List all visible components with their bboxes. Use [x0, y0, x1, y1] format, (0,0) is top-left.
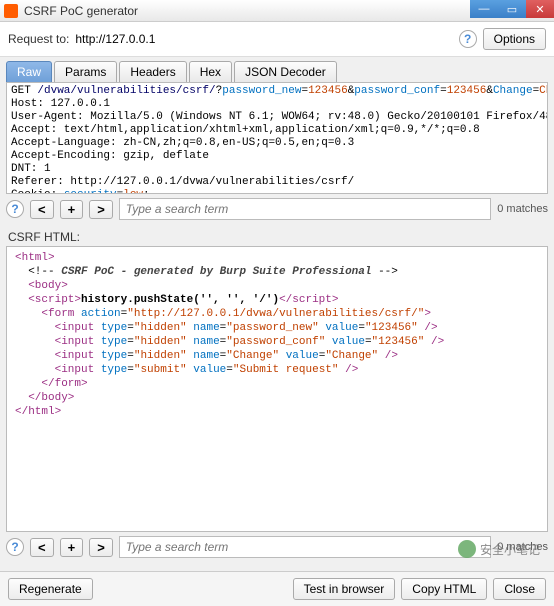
watermark-text: 安全小笔记 — [480, 541, 540, 558]
help-icon[interactable]: ? — [6, 200, 24, 218]
csrf-html-pane[interactable]: <html> <!-- CSRF PoC - generated by Burp… — [6, 246, 548, 532]
tab-bar: Raw Params Headers Hex JSON Decoder — [0, 57, 554, 82]
search-add-button[interactable]: + — [60, 538, 84, 557]
search-matches: 0 matches — [497, 203, 548, 215]
minimize-button[interactable]: — — [470, 0, 498, 18]
app-icon — [4, 4, 18, 18]
search-input[interactable] — [119, 198, 491, 220]
close-button[interactable]: Close — [493, 578, 546, 600]
tab-headers[interactable]: Headers — [119, 61, 186, 82]
raw-request-pane[interactable]: GET /dvwa/vulnerabilities/csrf/?password… — [6, 82, 548, 194]
regenerate-button[interactable]: Regenerate — [8, 578, 93, 600]
maximize-button[interactable]: ▭ — [498, 0, 526, 18]
watermark-icon — [458, 540, 476, 558]
raw-search-bar: ? < + > 0 matches — [6, 198, 548, 220]
window-title: CSRF PoC generator — [24, 4, 138, 18]
search-prev-button[interactable]: < — [30, 538, 54, 557]
request-url: http://127.0.0.1 — [75, 32, 155, 46]
titlebar: CSRF PoC generator — ▭ ✕ — [0, 0, 554, 22]
tab-hex[interactable]: Hex — [189, 61, 232, 82]
tab-params[interactable]: Params — [54, 61, 117, 82]
search-next-button[interactable]: > — [89, 200, 113, 219]
test-in-browser-button[interactable]: Test in browser — [293, 578, 396, 600]
search-add-button[interactable]: + — [60, 200, 84, 219]
close-window-button[interactable]: ✕ — [526, 0, 554, 18]
window-buttons: — ▭ ✕ — [470, 0, 554, 18]
tab-raw[interactable]: Raw — [6, 61, 52, 82]
search-next-button[interactable]: > — [89, 538, 113, 557]
request-to-label: Request to: — [8, 32, 69, 46]
request-bar: Request to: http://127.0.0.1 ? Options — [0, 22, 554, 57]
tab-json-decoder[interactable]: JSON Decoder — [234, 61, 337, 82]
csrf-html-label: CSRF HTML: — [0, 224, 554, 246]
search-prev-button[interactable]: < — [30, 200, 54, 219]
watermark: 安全小笔记 — [458, 540, 540, 558]
bottom-bar: Regenerate Test in browser Copy HTML Clo… — [0, 571, 554, 606]
options-button[interactable]: Options — [483, 28, 546, 50]
help-icon[interactable]: ? — [459, 30, 477, 48]
copy-html-button[interactable]: Copy HTML — [401, 578, 487, 600]
search-input[interactable] — [119, 536, 491, 558]
help-icon[interactable]: ? — [6, 538, 24, 556]
